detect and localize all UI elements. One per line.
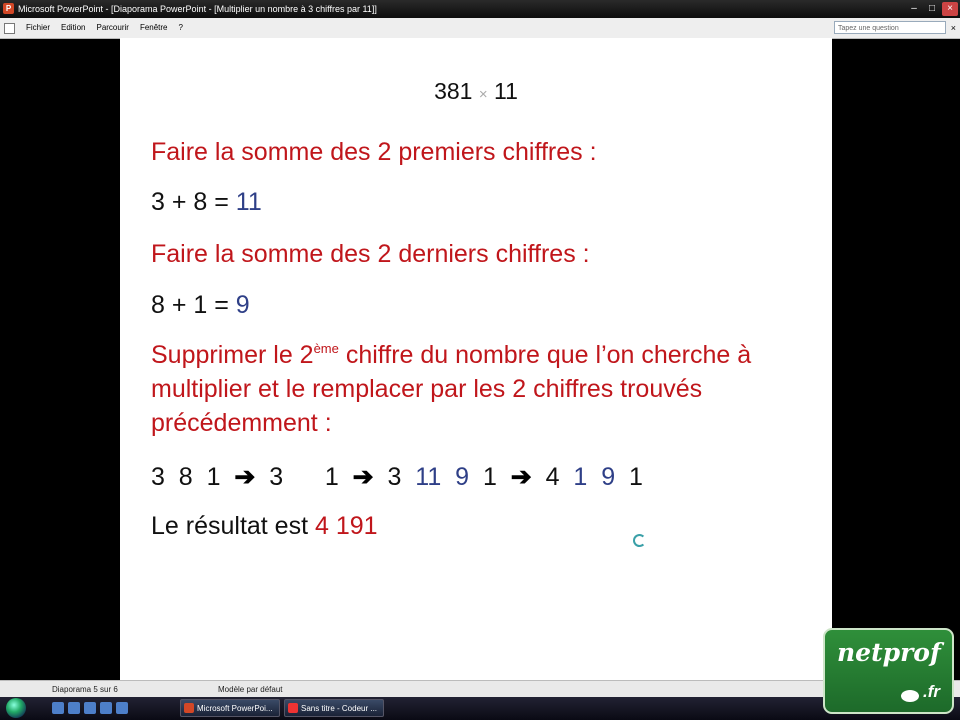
menu-fenetre[interactable]: Fenêtre xyxy=(140,18,168,38)
close-window-button[interactable]: × xyxy=(942,2,958,16)
seq-e3: 9 xyxy=(601,463,616,491)
seq-original: 3 8 1 xyxy=(151,463,221,491)
seq-b: 3 xyxy=(269,463,284,491)
step3-superscript: ème xyxy=(313,341,339,356)
status-bar: Diaporama 5 sur 6 Modèle par défaut xyxy=(0,680,960,698)
step1-text: Faire la somme des 2 premiers chiffres : xyxy=(151,138,597,166)
calc1-line: 3 + 8 = 11 xyxy=(151,188,262,217)
arrow-icon: ➔ xyxy=(220,463,270,491)
menu-edition[interactable]: Edition xyxy=(61,18,85,38)
heading-left-number: 381 xyxy=(434,78,473,104)
powerpoint-task-icon xyxy=(184,703,194,713)
heading-right-number: 11 xyxy=(494,78,518,104)
seq-c: 1 xyxy=(324,463,339,491)
sequence-line: 3 8 1 ➔ 3 1 ➔ 3 11 9 1 ➔ 4 1 9 1 xyxy=(151,462,643,492)
window-controls: – □ × xyxy=(904,0,958,16)
busy-cursor-icon xyxy=(633,534,646,547)
step3-line2: multiplier et le remplacer par les 2 chi… xyxy=(151,375,703,403)
task-powerpoint[interactable]: Microsoft PowerPoi... xyxy=(180,699,280,717)
calc1-prefix: 3 + 8 = xyxy=(151,188,236,216)
app-icon[interactable] xyxy=(116,702,128,714)
menu-fichier[interactable]: Fichier xyxy=(26,18,50,38)
minimize-button[interactable]: – xyxy=(906,2,922,16)
menu-items: Fichier Edition Parcourir Fenêtre ? xyxy=(26,18,183,38)
help-question-input[interactable]: Tapez une question xyxy=(834,21,946,34)
powerpoint-app-icon[interactable]: P xyxy=(3,3,14,14)
arrow-icon: ➔ xyxy=(338,463,388,491)
seq-d2: 11 xyxy=(415,463,442,491)
maximize-button[interactable]: □ xyxy=(924,2,940,16)
slide-counter: Diaporama 5 sur 6 xyxy=(52,685,118,694)
seq-e2: 1 xyxy=(573,463,588,491)
menu-parcourir[interactable]: Parcourir xyxy=(96,18,128,38)
result-value: 4 191 xyxy=(314,512,378,540)
slide-canvas[interactable]: 381 × 11 Faire la somme des 2 premiers c… xyxy=(120,38,832,680)
task-powerpoint-label: Microsoft PowerPoi... xyxy=(197,704,273,713)
step3-part1: Supprimer le 2 xyxy=(151,341,314,369)
seq-d1: 3 xyxy=(387,463,402,491)
show-desktop-icon[interactable] xyxy=(52,702,64,714)
slide-heading: 381 × 11 xyxy=(120,78,832,105)
seq-e1: 4 xyxy=(545,463,560,491)
task-encoder-label: Sans titre - Codeur ... xyxy=(301,704,378,713)
seq-d3: 9 xyxy=(455,463,470,491)
template-name: Modèle par défaut xyxy=(218,685,283,694)
heading-times-sign: × xyxy=(478,86,488,103)
window-title: Microsoft PowerPoint - [Diaporama PowerP… xyxy=(18,4,377,14)
result-line: Le résultat est 4 191 xyxy=(151,512,378,541)
title-bar: P Microsoft PowerPoint - [Diaporama Powe… xyxy=(0,0,960,18)
step3-line1: Supprimer le 2ème chiffre du nombre que … xyxy=(151,341,751,370)
step2-text: Faire la somme des 2 derniers chiffres : xyxy=(151,240,590,268)
encoder-task-icon xyxy=(288,703,298,713)
document-icon[interactable] xyxy=(4,23,15,34)
netprof-logo: netprof .fr xyxy=(823,628,954,714)
task-encoder[interactable]: Sans titre - Codeur ... xyxy=(284,699,384,717)
step3-line3: précédemment : xyxy=(151,409,332,437)
netprof-brand: netprof xyxy=(837,638,941,667)
calc2-result: 9 xyxy=(235,291,250,319)
menu-bar: Fichier Edition Parcourir Fenêtre ? Tape… xyxy=(0,18,960,39)
media-icon[interactable] xyxy=(84,702,96,714)
result-prefix: Le résultat est xyxy=(151,512,315,540)
calc1-result: 11 xyxy=(235,188,262,216)
seq-d4: 1 xyxy=(482,463,497,491)
quick-launch xyxy=(52,702,128,714)
seq-e4: 1 xyxy=(629,463,643,491)
calc2-prefix: 8 + 1 = xyxy=(151,291,236,319)
browser-icon[interactable] xyxy=(68,702,80,714)
arrow-icon: ➔ xyxy=(496,463,546,491)
netprof-tld: .fr xyxy=(923,682,940,701)
menu-help[interactable]: ? xyxy=(179,18,183,38)
explorer-icon[interactable] xyxy=(100,702,112,714)
step3-part2: chiffre du nombre que l’on cherche à xyxy=(338,341,752,369)
close-document-icon[interactable]: × xyxy=(951,18,956,38)
start-button[interactable] xyxy=(6,698,26,718)
mouse-icon xyxy=(901,690,919,702)
calc2-line: 8 + 1 = 9 xyxy=(151,291,250,320)
taskbar: Microsoft PowerPoi... Sans titre - Codeu… xyxy=(0,697,960,720)
